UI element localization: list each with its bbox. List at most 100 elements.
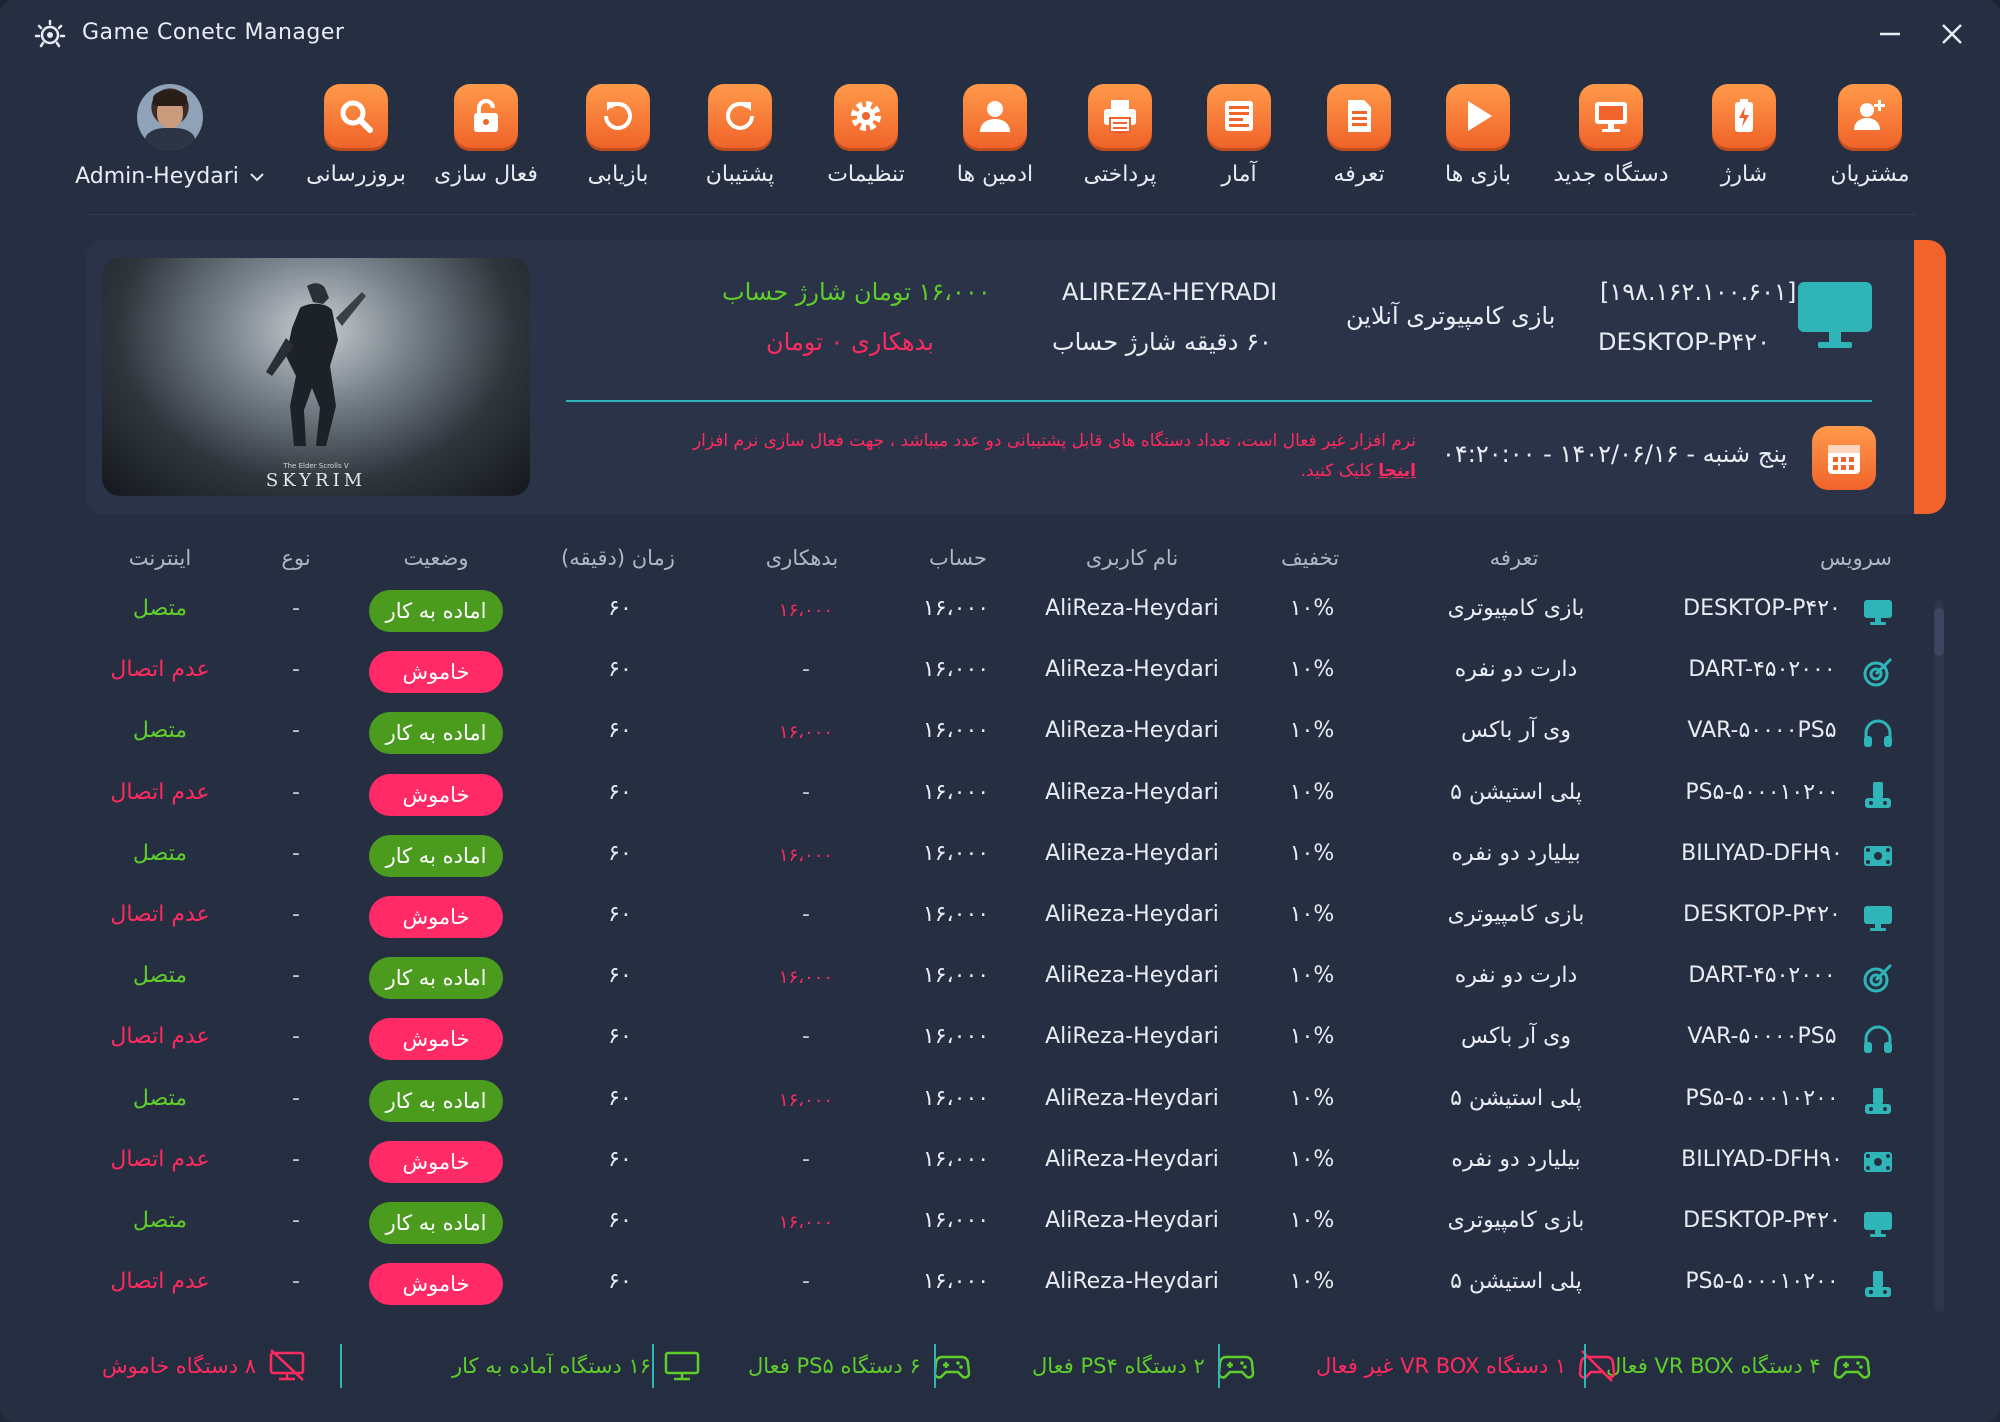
cell-discount: ۱۰%	[1289, 1085, 1335, 1111]
customers-button[interactable]: مشتریان	[1800, 84, 1940, 204]
table-scrollbar[interactable]	[1934, 600, 1944, 1312]
backup-button[interactable]: پشتیبان	[670, 84, 810, 204]
footer-stat: ۴ دستگاه VR BOX فعال	[1606, 1348, 1871, 1384]
cell-internet: متصل	[132, 1085, 188, 1111]
close-button[interactable]	[1932, 14, 1972, 54]
cell-service: BILIYAD-DFH۹۰	[1681, 1146, 1843, 1172]
table-row[interactable]: PS۵-۵۰۰۰۱۰۲۰۰ پلی استیشن ۵ ۱۰% AliReza-Heyd…	[86, 1070, 1946, 1131]
status-badge[interactable]: اماده به کار	[369, 957, 503, 1000]
table-row[interactable]: PS۵-۵۰۰۰۱۰۲۰۰ پلی استیشن ۵ ۱۰% AliReza-Heyd…	[86, 1253, 1946, 1314]
status-badge[interactable]: خاموش	[369, 896, 503, 938]
calendar-button[interactable]	[1812, 426, 1876, 490]
cell-debt: ۱۶،۰۰۰	[778, 600, 834, 621]
scrollbar-thumb[interactable]	[1934, 608, 1944, 656]
info-divider	[566, 400, 1872, 402]
status-badge[interactable]: خاموش	[369, 1018, 503, 1061]
status-badge[interactable]: خاموش	[369, 1263, 503, 1306]
device-category: بازی کامپیوتری آنلاین	[1346, 302, 1556, 330]
cell-account: ۱۶،۰۰۰	[922, 1208, 990, 1233]
payments-button[interactable]: پرداختی	[1050, 84, 1190, 204]
table-row[interactable]: DESKTOP-P۴۲۰ بازی کامپیوتری ۱۰% AliReza-Hey…	[86, 580, 1946, 641]
tariff-button[interactable]: تعرفه	[1289, 84, 1429, 204]
status-badge[interactable]: خاموش	[369, 651, 503, 694]
minimize-button[interactable]	[1870, 14, 1910, 54]
warning-tail: کلیک کنید.	[1300, 461, 1373, 481]
current-user: ALIREZA-HEYRADI	[1062, 278, 1278, 306]
billiard-icon	[1861, 839, 1895, 873]
restore-button[interactable]: بازیابی	[548, 84, 688, 204]
cell-tariff: وی آر باکس	[1461, 718, 1571, 744]
settings-button[interactable]: تنظیمات	[796, 84, 936, 204]
cell-discount: ۱۰%	[1289, 657, 1335, 683]
cell-username: AliReza-Heydari	[1045, 1269, 1219, 1295]
footer-stat: ۱۶ دستگاه آماده به کار	[452, 1348, 701, 1384]
table-row[interactable]: BILIYAD-DFH۹۰ بیلیارد دو نفره ۱۰% AliReza-H…	[86, 1131, 1946, 1192]
cell-time: ۶۰	[608, 902, 632, 927]
table-row[interactable]: DESKTOP-P۴۲۰ بازی کامپیوتری ۱۰% AliReza-Hey…	[86, 886, 1946, 947]
cell-debt: -	[802, 1269, 810, 1295]
status-badge[interactable]: خاموش	[369, 1140, 503, 1183]
cell-username: AliReza-Heydari	[1045, 718, 1219, 744]
status-badge[interactable]: اماده به کار	[369, 1202, 503, 1244]
user-icon	[980, 101, 1010, 132]
cell-type: -	[292, 963, 300, 989]
admins-button[interactable]: ادمین ها	[925, 84, 1065, 204]
cell-discount: ۱۰%	[1289, 1024, 1335, 1050]
gear-icon	[851, 101, 881, 131]
table-row[interactable]: DESKTOP-P۴۲۰ بازی کامپیوتری ۱۰% AliReza-Hey…	[86, 1192, 1946, 1253]
charge-button[interactable]: شارژ	[1674, 84, 1814, 204]
footer-stat: ۲ دستگاه PS۴ فعال	[1032, 1348, 1255, 1384]
table-row[interactable]: VAR-۵۰۰۰۰PS۵ وی آر باکس ۱۰% AliReza-Heydari…	[86, 1008, 1946, 1069]
cell-service: DART-۴۵۰۲۰۰۰	[1688, 657, 1836, 683]
cell-service: DESKTOP-P۴۲۰	[1683, 1208, 1841, 1233]
cell-time: ۶۰	[608, 718, 632, 744]
table-row[interactable]: PS۵-۵۰۰۰۱۰۲۰۰ پلی استیشن ۵ ۱۰% AliReza-Heyd…	[86, 764, 1946, 825]
footer-divider	[652, 1344, 654, 1388]
cell-service: DESKTOP-P۴۲۰	[1683, 596, 1841, 621]
games-button[interactable]: بازی ها	[1408, 84, 1548, 204]
cell-tariff: دارت دو نفره	[1454, 657, 1578, 683]
activation-link[interactable]: اینجا	[1378, 461, 1416, 481]
chevron-down-icon	[250, 172, 264, 181]
cell-username: AliReza-Heydari	[1045, 1146, 1219, 1172]
cell-username: AliReza-Heydari	[1045, 902, 1219, 927]
col-discount: تخفیف	[1280, 546, 1340, 570]
new-device-button[interactable]: دستگاه جدید	[1541, 84, 1681, 204]
cell-discount: ۱۰%	[1289, 779, 1335, 805]
table-row[interactable]: DART-۴۵۰۲۰۰۰ دارت دو نفره ۱۰% AliReza-Heyda…	[86, 641, 1946, 702]
cell-account: ۱۶،۰۰۰	[922, 1146, 990, 1172]
footer-stat: ۶ دستگاه PS۵ فعال	[748, 1348, 971, 1384]
cell-service: DART-۴۵۰۲۰۰۰	[1688, 963, 1836, 989]
cell-internet: متصل	[132, 596, 188, 621]
table-row[interactable]: DART-۴۵۰۲۰۰۰ دارت دو نفره ۱۰% AliReza-Heyda…	[86, 947, 1946, 1008]
cell-username: AliReza-Heydari	[1045, 1208, 1219, 1233]
cell-tariff: بیلیارد دو نفره	[1451, 840, 1581, 866]
cell-type: -	[292, 840, 300, 866]
game-cover-image: The Elder Scrolls V SKYRIM	[102, 258, 530, 496]
table-row[interactable]: VAR-۵۰۰۰۰PS۵ وی آر باکس ۱۰% AliReza-Heydari…	[86, 702, 1946, 763]
cell-debt: ۱۶،۰۰۰	[778, 722, 834, 744]
activation-button[interactable]: فعال سازی	[416, 84, 556, 204]
close-icon	[1942, 24, 1962, 44]
cell-service: DESKTOP-P۴۲۰	[1683, 902, 1841, 927]
cell-account: ۱۶،۰۰۰	[922, 902, 990, 927]
cell-time: ۶۰	[608, 963, 632, 989]
cell-debt: -	[802, 1146, 810, 1172]
monitor-icon	[1861, 900, 1895, 934]
stats-button[interactable]: آمار	[1169, 84, 1309, 204]
status-badge[interactable]: اماده به کار	[369, 590, 503, 632]
cell-type: -	[292, 1024, 300, 1050]
status-badge[interactable]: خاموش	[369, 773, 503, 816]
cell-discount: ۱۰%	[1289, 1269, 1335, 1295]
table-row[interactable]: BILIYAD-DFH۹۰ بیلیارد دو نفره ۱۰% AliReza-H…	[86, 825, 1946, 886]
cell-debt: ۱۶،۰۰۰	[778, 844, 834, 866]
status-badge[interactable]: اماده به کار	[369, 1079, 503, 1122]
title-bar: Game Conetc Manager	[0, 0, 2000, 70]
admin-menu[interactable]: Admin-Heydari	[60, 84, 280, 204]
footer-stat: ۱ دستگاه VR BOX غیر فعال	[1316, 1348, 1616, 1384]
update-button[interactable]: بروزرسانی	[286, 84, 426, 204]
status-badge[interactable]: اماده به کار	[369, 834, 503, 877]
cell-discount: ۱۰%	[1289, 596, 1335, 621]
status-badge[interactable]: اماده به کار	[369, 712, 503, 755]
col-username: نام کاربری	[1085, 546, 1179, 570]
